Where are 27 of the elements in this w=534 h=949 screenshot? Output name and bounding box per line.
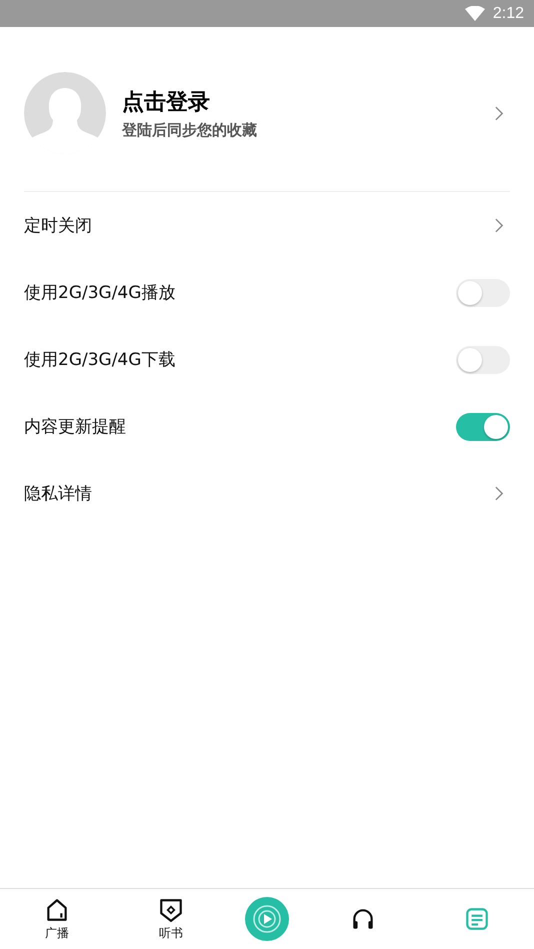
login-title: 点击登录 xyxy=(122,88,211,116)
settings-row[interactable]: 使用2G/3G/4G下载 xyxy=(0,326,534,393)
login-hint: 登陆后同步您的收藏 xyxy=(122,120,258,140)
chevron-icon xyxy=(495,486,504,501)
wifi-icon xyxy=(464,6,485,22)
settings-row[interactable]: 内容更新提醒 xyxy=(0,393,534,460)
setting-label: 隐私详情 xyxy=(24,483,92,505)
shield-icon xyxy=(158,896,184,922)
chevron-icon xyxy=(495,218,504,233)
tab-item[interactable]: 听书 xyxy=(131,896,211,942)
play-icon xyxy=(245,897,289,941)
tab-item[interactable]: 广播 xyxy=(17,896,97,942)
setting-label: 使用2G/3G/4G播放 xyxy=(24,282,176,304)
setting-label: 定时关闭 xyxy=(24,215,92,237)
toggle-switch[interactable] xyxy=(456,278,510,306)
settings-row[interactable]: 隐私详情 xyxy=(0,460,534,527)
setting-label: 内容更新提醒 xyxy=(24,416,126,438)
settings-row[interactable]: 定时关闭 xyxy=(0,192,534,259)
chevron-icon xyxy=(495,106,504,120)
list-icon xyxy=(464,906,490,932)
clock: 2:12 xyxy=(492,4,524,22)
avatar-icon xyxy=(24,72,106,154)
toggle-switch[interactable] xyxy=(456,346,510,374)
setting-label: 使用2G/3G/4G下载 xyxy=(24,349,176,371)
toggle-switch[interactable] xyxy=(456,412,510,440)
settings-row[interactable]: 使用2G/3G/4G播放 xyxy=(0,259,534,326)
login-row[interactable]: 点击登录 登陆后同步您的收藏 xyxy=(0,27,534,191)
